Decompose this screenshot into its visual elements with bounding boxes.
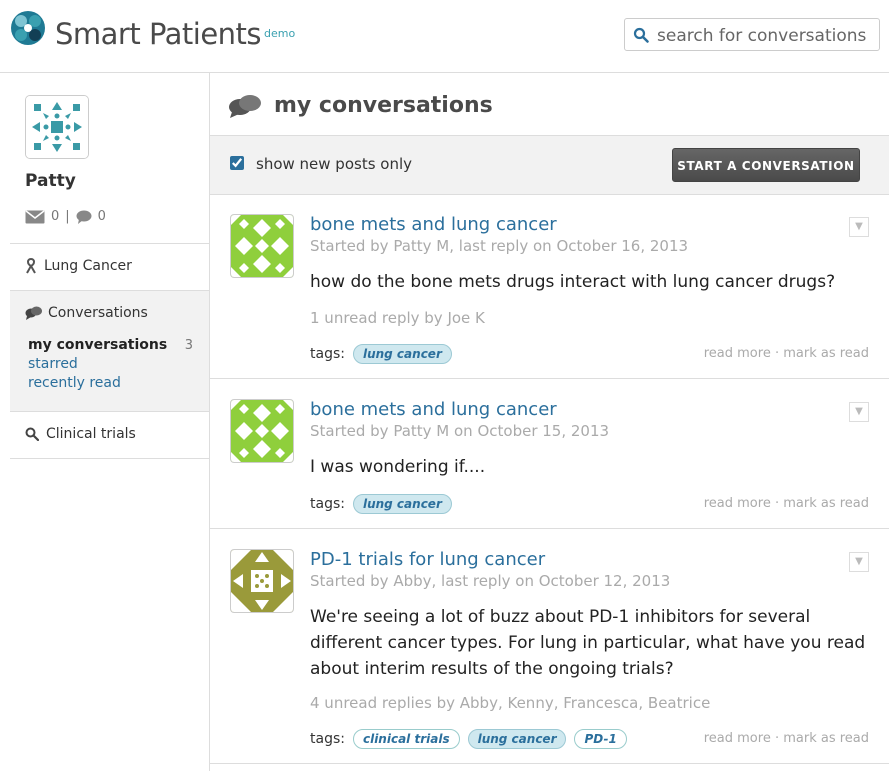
mail-icon[interactable]: [25, 209, 45, 224]
tags-label: tags:: [310, 496, 345, 512]
post-replies[interactable]: 4 unread replies by Abby, Kenny, Frances…: [310, 694, 710, 712]
comment-icon[interactable]: [76, 210, 92, 224]
tags-label: tags:: [310, 731, 345, 747]
divider: [10, 458, 209, 459]
count-separator: |: [65, 209, 70, 224]
conversation-post: PD-1 trials for lung cancer Started by A…: [210, 529, 889, 764]
sidebar: Patty 0 | 0 Lung Cancer Conversations my…: [0, 73, 210, 771]
sidebar-item-starred[interactable]: starred: [28, 356, 78, 372]
show-new-checkbox[interactable]: [230, 156, 244, 170]
post-actions[interactable]: read more · mark as read: [704, 731, 869, 746]
avatar-pattern-icon: [231, 400, 293, 462]
conversations-icon: [25, 306, 42, 320]
post-body: I was wondering if....: [310, 457, 486, 477]
chevron-down-icon[interactable]: ▼: [849, 217, 869, 237]
conversations-header[interactable]: Conversations: [25, 305, 148, 321]
avatar-pattern-icon: [26, 96, 88, 158]
app-name[interactable]: Smart Patients: [55, 17, 262, 51]
tag[interactable]: clinical trials: [352, 729, 460, 749]
post-body: We're seeing a lot of buzz about PD-1 in…: [310, 607, 866, 679]
tag[interactable]: lung cancer: [467, 729, 567, 749]
ribbon-icon: [26, 258, 36, 274]
sidebar-item-condition[interactable]: Lung Cancer: [25, 258, 132, 274]
sidebar-item-recently-read[interactable]: recently read: [28, 375, 121, 391]
post-title[interactable]: bone mets and lung cancer: [310, 214, 557, 235]
comment-count[interactable]: 0: [98, 209, 106, 224]
sidebar-item-label: Lung Cancer: [44, 258, 132, 274]
post-title[interactable]: PD-1 trials for lung cancer: [310, 549, 545, 570]
tag[interactable]: lung cancer: [352, 494, 452, 514]
conversations-section: Conversations my conversations 3 starred…: [10, 291, 209, 411]
post-meta: Started by Abby, last reply on October 1…: [310, 572, 671, 590]
avatar[interactable]: [230, 549, 294, 613]
post-actions[interactable]: read more · mark as read: [704, 496, 869, 511]
post-meta: Started by Patty M, last reply on Octobe…: [310, 237, 689, 255]
divider: [10, 411, 209, 412]
conversation-post: bone mets and lung cancer Started by Pat…: [210, 194, 889, 379]
start-conversation-button[interactable]: START A CONVERSATION: [672, 148, 860, 182]
avatar-pattern-icon: [231, 215, 293, 277]
avatar[interactable]: [230, 399, 294, 463]
post-actions[interactable]: read more · mark as read: [704, 346, 869, 361]
activity-counts: 0 | 0: [25, 209, 106, 224]
search-box[interactable]: [624, 18, 880, 51]
search-icon: [633, 27, 649, 43]
post-tags: tags: clinical trials lung cancer PD-1: [310, 729, 627, 749]
page-title: my conversations: [228, 93, 493, 118]
sidebar-item-label: Clinical trials: [46, 426, 136, 442]
post-tags: tags: lung cancer: [310, 344, 452, 364]
search-icon: [25, 427, 39, 441]
conversations-label: Conversations: [48, 305, 148, 321]
post-replies[interactable]: 1 unread reply by Joe K: [310, 309, 485, 327]
my-conversations-count: 3: [184, 338, 193, 353]
sidebar-item-my-conversations[interactable]: my conversations: [28, 337, 167, 353]
username[interactable]: Patty: [25, 171, 76, 191]
divider: [10, 243, 209, 244]
tags-label: tags:: [310, 346, 345, 362]
avatar-pattern-icon: [231, 550, 293, 612]
page-title-text: my conversations: [274, 93, 493, 118]
tag[interactable]: PD-1: [574, 729, 627, 749]
message-count[interactable]: 0: [51, 209, 59, 224]
tag[interactable]: lung cancer: [352, 344, 452, 364]
conversation-post: bone mets and lung cancer Started by Pat…: [210, 379, 889, 529]
post-body: how do the bone mets drugs interact with…: [310, 272, 836, 292]
sidebar-item-clinical-trials[interactable]: Clinical trials: [25, 426, 136, 442]
chevron-down-icon[interactable]: ▼: [849, 552, 869, 572]
logo-icon[interactable]: [10, 10, 46, 46]
avatar[interactable]: [25, 95, 89, 159]
toolbar: show new posts only START A CONVERSATION: [210, 135, 889, 195]
post-tags: tags: lung cancer: [310, 494, 452, 514]
search-input[interactable]: [655, 23, 879, 49]
show-new-label[interactable]: show new posts only: [256, 155, 412, 173]
demo-badge: demo: [264, 27, 296, 40]
post-meta: Started by Patty M on October 15, 2013: [310, 422, 610, 440]
app-header: Smart Patients demo: [0, 0, 889, 73]
conversations-icon: [229, 94, 261, 118]
avatar[interactable]: [230, 214, 294, 278]
chevron-down-icon[interactable]: ▼: [849, 402, 869, 422]
main-content: my conversations show new posts only STA…: [210, 73, 889, 771]
post-title[interactable]: bone mets and lung cancer: [310, 399, 557, 420]
